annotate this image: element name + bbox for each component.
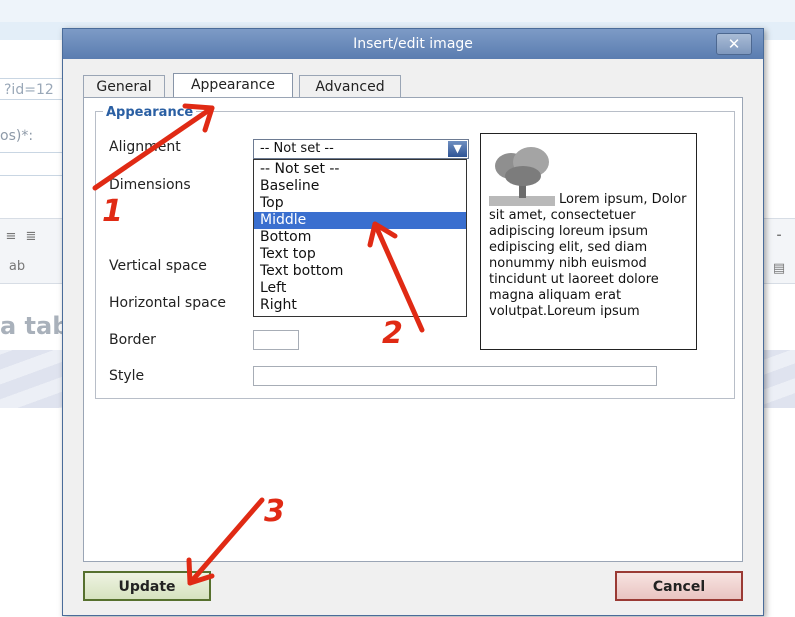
horizontal-space-label: Horizontal space — [109, 295, 227, 311]
editor-text-field — [0, 152, 71, 176]
spellcheck-icon: ab — [8, 259, 26, 274]
annotation-step-3: 3 — [264, 494, 285, 529]
editor-url-field: ?id=12 — [0, 78, 70, 100]
alignment-select[interactable]: -- Not set -- ▼ — [253, 139, 469, 159]
alignment-label: Alignment — [109, 139, 181, 155]
alignment-option-middle[interactable]: Middle — [254, 212, 466, 229]
cancel-button[interactable]: Cancel — [615, 571, 743, 601]
tab-appearance[interactable]: Appearance — [173, 73, 293, 98]
border-input[interactable] — [253, 330, 299, 350]
chevron-down-icon[interactable]: ▼ — [448, 141, 467, 157]
tab-advanced[interactable]: Advanced — [299, 75, 401, 97]
editor-top-bar — [0, 0, 795, 22]
alignment-option-baseline[interactable]: Baseline — [254, 178, 466, 195]
alignment-option-not-set[interactable]: -- Not set -- — [254, 161, 466, 178]
image-preview: Lorem ipsum, Dolor sit amet, consectetue… — [480, 133, 697, 350]
style-input[interactable] — [253, 366, 657, 386]
tab-general[interactable]: General — [83, 75, 165, 97]
alignment-option-top[interactable]: Top — [254, 195, 466, 212]
annotation-step-1: 1 — [102, 194, 123, 229]
preview-sample-text: Lorem ipsum, Dolor sit amet, consectetue… — [489, 192, 687, 319]
close-icon: ✕ — [727, 35, 741, 53]
insert-edit-image-dialog: Insert/edit image ✕ General Appearance A… — [62, 28, 764, 616]
align-icon: ≡ — [5, 229, 17, 244]
style-label: Style — [109, 368, 145, 384]
annotation-step-2: 2 — [382, 316, 403, 351]
vertical-space-label: Vertical space — [109, 258, 207, 274]
alignment-option-text-bottom[interactable]: Text bottom — [254, 263, 466, 280]
dimensions-label: Dimensions — [109, 177, 191, 193]
fieldset-legend: Appearance — [103, 105, 197, 120]
alignment-dropdown-list: -- Not set -- Baseline Top Middle Bottom… — [253, 159, 467, 317]
justify-icon: ≣ — [25, 229, 37, 244]
dialog-titlebar[interactable]: Insert/edit image ✕ — [63, 29, 763, 59]
alignment-option-bottom[interactable]: Bottom — [254, 229, 466, 246]
alignment-select-value: -- Not set -- — [260, 141, 334, 156]
alignment-option-right[interactable]: Right — [254, 297, 466, 314]
close-button[interactable]: ✕ — [716, 33, 752, 55]
print-icon: ▤ — [772, 261, 786, 276]
dialog-title: Insert/edit image — [353, 36, 473, 52]
editor-heading-text: a tab — [0, 312, 70, 340]
alignment-option-left[interactable]: Left — [254, 280, 466, 297]
editor-field-label: os)*: — [0, 128, 34, 144]
update-button[interactable]: Update — [83, 571, 211, 601]
border-label: Border — [109, 332, 156, 348]
alignment-option-text-top[interactable]: Text top — [254, 246, 466, 263]
toolbar-dropdown-icon: ⁃ — [775, 229, 783, 244]
